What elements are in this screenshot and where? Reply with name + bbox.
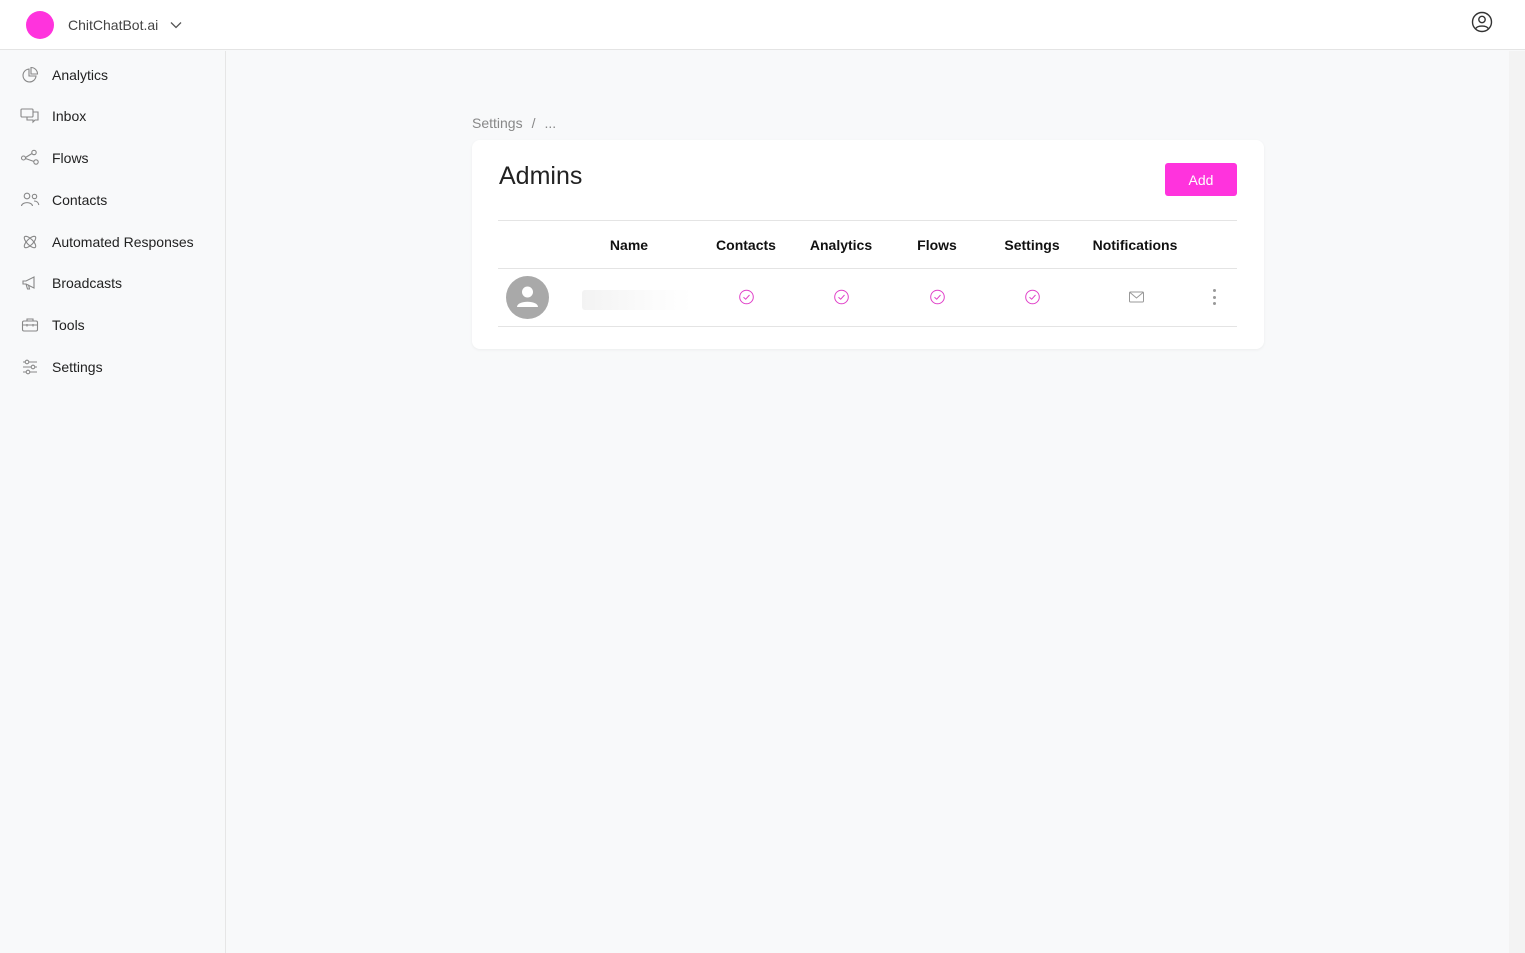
sidebar-item-label: Flows [52,150,89,166]
sidebar-item-label: Contacts [52,192,108,208]
sliders-icon [20,357,40,377]
admin-name [582,290,692,310]
sidebar-item-automated-responses[interactable]: Automated Responses [0,224,225,260]
column-header-contacts: Contacts [716,237,776,253]
brand-logo [26,10,54,39]
workspace-switcher[interactable]: ChitChatBot.ai [26,10,182,39]
check-circle-icon[interactable] [833,288,850,305]
check-circle-icon[interactable] [738,288,755,305]
brand-name: ChitChatBot.ai [68,16,159,33]
email-icon[interactable] [1128,288,1145,305]
sidebar-item-broadcasts[interactable]: Broadcasts [0,265,225,301]
breadcrumb-settings-link[interactable]: Settings [472,115,523,131]
sidebar-item-flows[interactable]: Flows [0,140,225,176]
table-header: Name Contacts Analytics Flows Settings N… [498,220,1237,269]
atom-icon [20,232,40,252]
admins-card: Admins Add Name Contacts Analytics Flows… [472,140,1264,349]
sidebar-item-label: Broadcasts [52,275,123,291]
pie-chart-icon [20,65,40,85]
sidebar-item-analytics[interactable]: Analytics [0,57,225,93]
users-icon [20,190,40,210]
sidebar-item-contacts[interactable]: Contacts [0,182,225,218]
check-circle-icon[interactable] [929,288,946,305]
megaphone-icon [20,273,40,293]
user-account-icon[interactable] [1471,11,1493,33]
scrollbar[interactable] [1509,51,1525,953]
sidebar-item-label: Automated Responses [52,234,194,250]
column-header-analytics: Analytics [809,237,873,253]
column-header-settings: Settings [1004,237,1060,253]
sidebar-item-label: Tools [52,317,85,333]
sidebar-item-label: Settings [52,359,103,375]
check-circle-icon[interactable] [1024,288,1041,305]
sidebar-item-label: Analytics [52,67,109,83]
flow-nodes-icon [20,148,40,168]
breadcrumb-current: ... [544,115,557,131]
breadcrumb: Settings / ... [472,115,556,131]
sidebar-item-tools[interactable]: Tools [0,307,225,343]
top-bar: ChitChatBot.ai [0,0,1525,50]
table-row [498,269,1237,327]
sidebar: Analytics Inbox Flows Contacts Automated… [0,51,226,953]
admins-table: Name Contacts Analytics Flows Settings N… [498,220,1237,327]
column-header-name: Name [609,237,649,253]
sidebar-item-label: Inbox [52,108,87,124]
avatar [506,276,549,319]
more-options-icon[interactable] [1209,287,1219,307]
sidebar-item-settings[interactable]: Settings [0,349,225,385]
chevron-down-icon [170,21,182,29]
chat-bubbles-icon [20,106,40,126]
add-admin-button[interactable]: Add [1165,163,1237,196]
column-header-flows: Flows [917,237,957,253]
toolbox-icon [20,315,40,335]
page-title: Admins [499,162,583,190]
sidebar-item-inbox[interactable]: Inbox [0,98,225,134]
column-header-notifications: Notifications [1092,237,1178,253]
breadcrumb-separator: / [531,115,536,131]
